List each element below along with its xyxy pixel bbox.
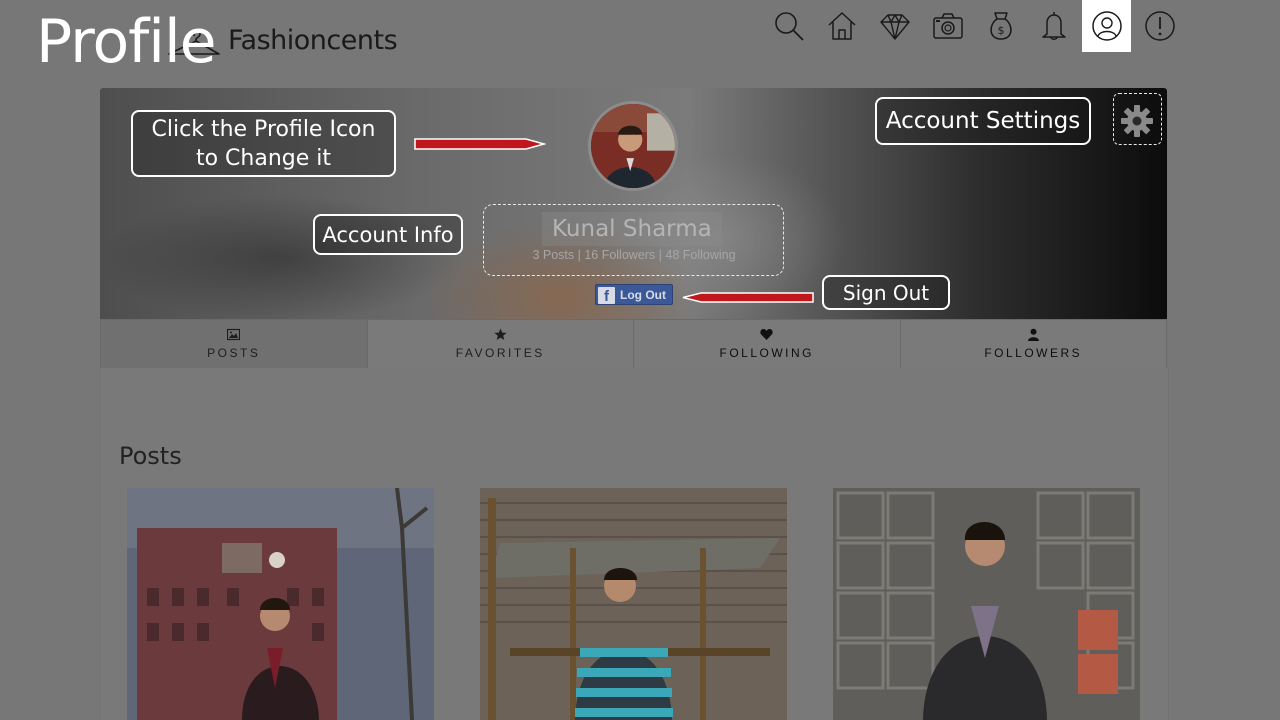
nav-search[interactable]: [762, 0, 815, 52]
tab-label: FAVORITES: [455, 346, 545, 360]
nav-home[interactable]: [815, 0, 868, 52]
arrow-to-logout: [682, 292, 814, 303]
profile-tabs: POSTS FAVORITES FOLLOWING FOLLOWERS: [100, 319, 1167, 369]
top-navigation: $: [762, 0, 1186, 52]
nav-notifications[interactable]: [1027, 0, 1080, 52]
callout-account-settings: Account Settings: [875, 97, 1091, 145]
posts-section-title: Posts: [119, 441, 182, 470]
bell-icon: [1041, 12, 1066, 40]
nav-alerts[interactable]: [1133, 0, 1186, 52]
tab-favorites[interactable]: FAVORITES: [367, 319, 634, 368]
post-photo: [127, 488, 434, 720]
facebook-logout-button[interactable]: f Log Out: [595, 284, 673, 305]
tab-label: FOLLOWERS: [984, 346, 1083, 360]
brand-name: Fashioncents: [228, 25, 398, 56]
slide-title: Profile: [36, 7, 217, 77]
post-thumbnail[interactable]: [127, 488, 434, 720]
tab-followers[interactable]: FOLLOWERS: [900, 319, 1167, 368]
callout-account-info: Account Info: [313, 214, 463, 255]
callout-change-icon: Click the Profile Icon to Change it: [131, 110, 396, 177]
tab-following[interactable]: FOLLOWING: [634, 319, 901, 368]
nav-diamond[interactable]: [868, 0, 921, 52]
money-bag-icon: $: [989, 12, 1012, 40]
logout-label: Log Out: [620, 287, 666, 302]
user-icon: [1027, 328, 1039, 341]
nav-money[interactable]: $: [974, 0, 1027, 52]
camera-icon: [932, 13, 963, 39]
star-icon: [494, 328, 507, 340]
facebook-icon: f: [598, 286, 615, 305]
profile-icon: [1091, 11, 1122, 41]
post-photo: [480, 488, 787, 720]
heart-icon: [760, 329, 773, 340]
arrow-to-avatar: [414, 138, 546, 150]
search-icon: [774, 12, 804, 41]
post-photo: [833, 488, 1140, 720]
avatar-photo: [591, 104, 675, 188]
post-thumbnail[interactable]: [833, 488, 1140, 720]
callout-sign-out: Sign Out: [822, 275, 950, 310]
diamond-icon: [879, 14, 910, 40]
post-thumbnail[interactable]: [480, 488, 787, 720]
nav-profile[interactable]: [1082, 0, 1131, 52]
alert-icon: [1144, 11, 1175, 41]
image-icon: [227, 328, 241, 341]
tab-label: FOLLOWING: [719, 346, 814, 360]
tab-posts[interactable]: POSTS: [100, 319, 368, 368]
posts-panel: Posts: [100, 368, 1169, 720]
tab-label: POSTS: [207, 346, 261, 360]
home-icon: [827, 12, 856, 40]
svg-text:$: $: [997, 24, 1004, 37]
profile-avatar[interactable]: [588, 101, 678, 191]
account-info-highlight: [483, 204, 784, 276]
settings-highlight: [1113, 93, 1162, 145]
nav-camera[interactable]: [921, 0, 974, 52]
